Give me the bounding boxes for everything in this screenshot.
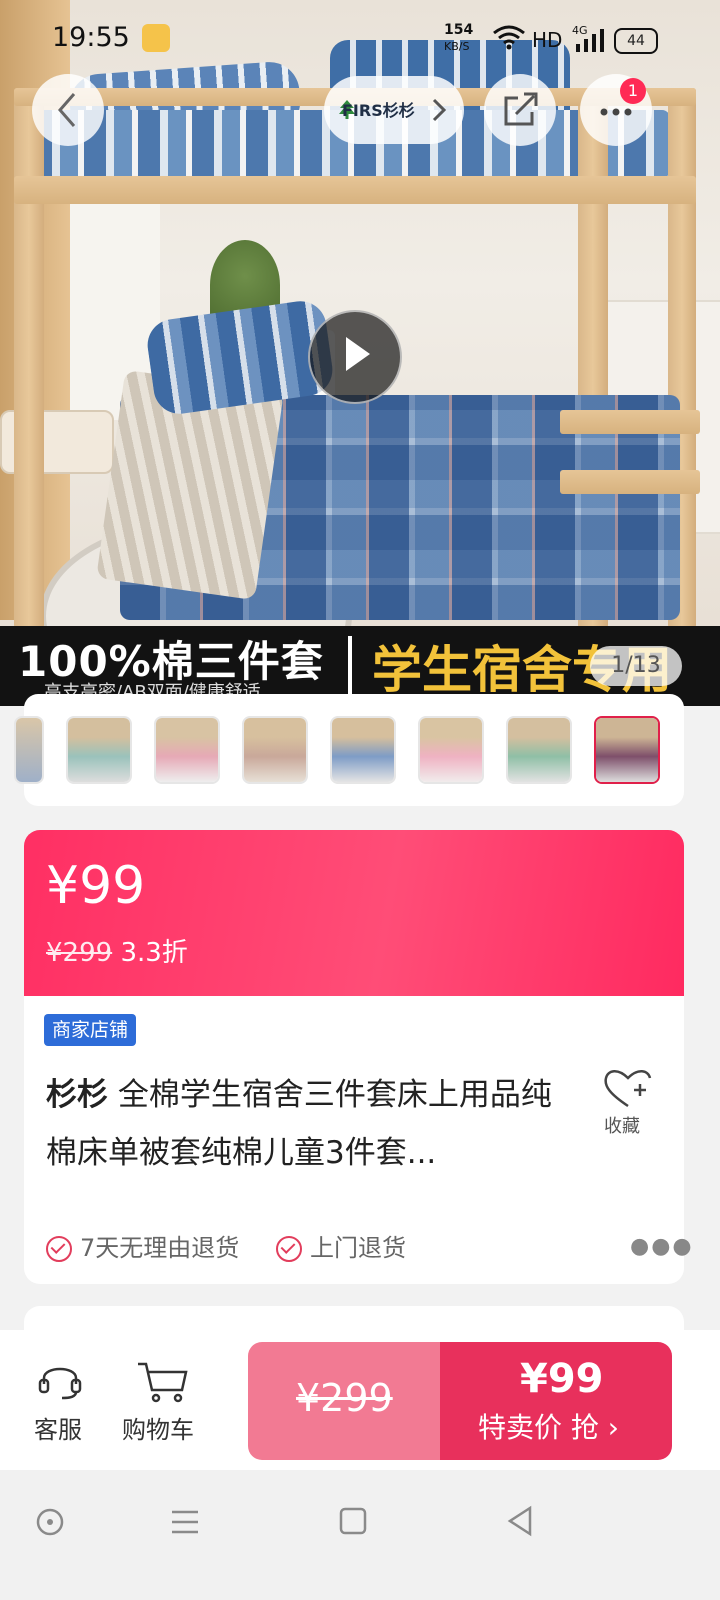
wifi-icon	[493, 25, 525, 50]
customer-service-label: 客服	[34, 1416, 82, 1444]
bed-rail-upper	[14, 176, 696, 204]
brand-name: FIRS杉杉	[342, 101, 415, 120]
headset-icon	[38, 1367, 82, 1400]
product-title: 杉杉 全棉学生宿舍三件套床上用品纯棉床单被套纯棉儿童3件套...	[46, 1066, 576, 1182]
thumbnail[interactable]	[330, 716, 396, 784]
buy-now-label: 特卖价 抢 ›	[478, 1411, 619, 1444]
product-brand: 杉杉	[46, 1077, 108, 1113]
bed-post-left	[14, 88, 44, 628]
thumbnail[interactable]	[154, 716, 220, 784]
thumbnail[interactable]	[14, 716, 44, 784]
back-button[interactable]	[32, 74, 104, 146]
product-title-text: 全棉学生宿舍三件套床上用品纯棉床单被套纯棉儿童3件套...	[46, 1077, 552, 1171]
check-circle-icon	[46, 1236, 72, 1262]
thumbnail-selected[interactable]	[594, 716, 660, 784]
back-triangle-icon[interactable]	[504, 1504, 536, 1538]
share-button[interactable]	[484, 74, 556, 146]
chevron-right-icon	[432, 98, 447, 122]
thumbnail[interactable]	[506, 716, 572, 784]
chevron-left-icon	[58, 93, 76, 127]
thumbnail[interactable]	[418, 716, 484, 784]
recent-apps-icon[interactable]	[338, 1506, 368, 1536]
check-circle-icon	[276, 1236, 302, 1262]
notification-badge: 1	[620, 78, 646, 104]
original-price-row: ¥299 3.3折	[46, 932, 188, 969]
notification-app-icon	[142, 24, 170, 52]
share-icon	[504, 92, 538, 126]
discount: 3.3折	[120, 938, 188, 968]
play-icon	[346, 337, 370, 371]
service-no-reason-return: 7天无理由退货	[46, 1228, 239, 1263]
status-time: 19:55	[52, 22, 130, 53]
shop-type-tag: 商家店铺	[44, 1014, 137, 1046]
net-speed-value: 154	[444, 22, 474, 38]
bed-ladder-step	[560, 470, 700, 494]
battery-icon: 44	[614, 28, 658, 54]
cart-label: 购物车	[122, 1416, 194, 1444]
service-home-return: 上门退货	[276, 1228, 406, 1263]
home-circle-icon[interactable]	[34, 1506, 66, 1538]
bed-rail-lower	[560, 410, 700, 434]
original-price: ¥299	[46, 938, 113, 968]
signal-icon	[576, 29, 604, 52]
current-price: ¥99	[46, 856, 146, 916]
services-more-button[interactable]: ●●●	[630, 1234, 694, 1259]
shopping-cart-icon	[138, 1362, 188, 1403]
banner-divider	[348, 636, 352, 696]
heart-plus-icon	[604, 1070, 652, 1108]
favorite-label: 收藏	[604, 1116, 640, 1137]
thumbnail[interactable]	[242, 716, 308, 784]
thumbnail[interactable]	[66, 716, 132, 784]
network-type: HD	[532, 28, 563, 52]
bottom-old-price: ¥299	[296, 1376, 393, 1420]
image-counter: 1/13	[590, 646, 682, 686]
net-speed-unit: KB/S	[444, 40, 470, 53]
bottom-sale-price: ¥99	[520, 1356, 604, 1402]
menu-lines-icon[interactable]	[168, 1508, 202, 1536]
battery-level: 44	[627, 33, 645, 49]
